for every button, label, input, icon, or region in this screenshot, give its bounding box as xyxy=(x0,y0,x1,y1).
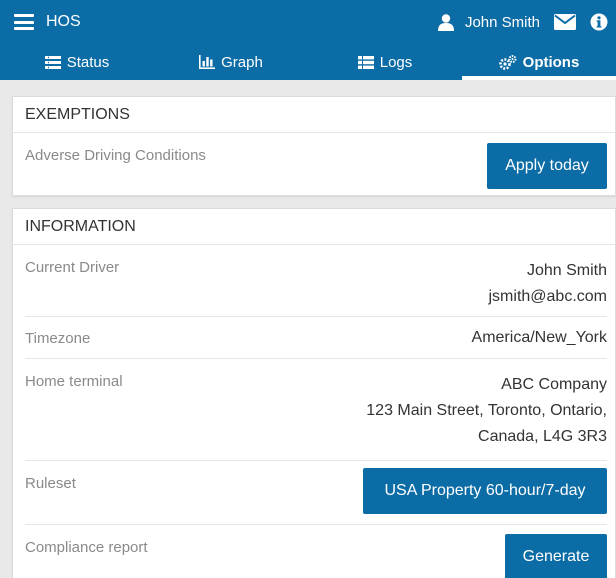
adverse-driving-row: Adverse Driving Conditions Apply today xyxy=(25,133,607,195)
current-driver-row: Current Driver John Smith jsmith@abc.com xyxy=(25,245,607,317)
compliance-report-row: Compliance report Generate xyxy=(25,525,607,578)
header-bar: HOS John Smith xyxy=(0,0,616,44)
timezone-value: America/New_York xyxy=(471,329,607,346)
tab-graph-label: Graph xyxy=(221,53,263,71)
tab-bar: Status Graph Logs Options xyxy=(0,44,616,80)
user-icon[interactable] xyxy=(437,13,455,31)
tab-options[interactable]: Options xyxy=(462,44,616,80)
generate-button[interactable]: Generate xyxy=(505,534,607,578)
exemptions-title: EXEMPTIONS xyxy=(13,97,615,133)
tab-options-label: Options xyxy=(522,53,580,71)
information-panel: INFORMATION Current Driver John Smith js… xyxy=(12,208,616,578)
terminal-address-line-1: 123 Main Street, Toronto, Ontario, xyxy=(366,402,607,419)
adverse-driving-label: Adverse Driving Conditions xyxy=(25,147,206,164)
timezone-row: Timezone America/New_York xyxy=(25,317,607,359)
driver-name: John Smith xyxy=(526,262,607,279)
menu-icon[interactable] xyxy=(14,14,34,30)
user-name[interactable]: John Smith xyxy=(465,14,540,31)
list-icon xyxy=(44,55,61,69)
terminal-address-line-2: Canada, L4G 3R3 xyxy=(478,428,607,445)
tab-status-label: Status xyxy=(66,53,110,71)
app-title: HOS xyxy=(46,13,81,30)
app-header: HOS John Smith Status Graph Logs Options xyxy=(0,0,616,80)
timezone-label: Timezone xyxy=(25,330,91,347)
list-icon xyxy=(357,55,374,69)
exemptions-panel: EXEMPTIONS Adverse Driving Conditions Ap… xyxy=(12,96,616,196)
bar-chart-icon xyxy=(199,55,216,69)
apply-today-button[interactable]: Apply today xyxy=(487,143,607,189)
tab-logs[interactable]: Logs xyxy=(308,44,462,80)
current-driver-label: Current Driver xyxy=(25,259,120,276)
ruleset-button[interactable]: USA Property 60-hour/7-day xyxy=(363,468,607,514)
tab-logs-label: Logs xyxy=(379,53,413,71)
current-driver-value: John Smith jsmith@abc.com xyxy=(489,258,608,310)
user-area: John Smith xyxy=(437,0,608,44)
driver-email: jsmith@abc.com xyxy=(488,288,608,305)
home-terminal-label: Home terminal xyxy=(25,373,123,390)
information-title: INFORMATION xyxy=(13,209,615,245)
home-terminal-row: Home terminal ABC Company 123 Main Stree… xyxy=(25,359,607,461)
terminal-name: ABC Company xyxy=(501,376,607,393)
info-icon[interactable] xyxy=(590,13,608,31)
ruleset-label: Ruleset xyxy=(25,475,76,492)
ruleset-row: Ruleset USA Property 60-hour/7-day xyxy=(25,461,607,525)
gears-icon xyxy=(498,54,517,70)
mail-icon[interactable] xyxy=(554,14,576,30)
tab-graph[interactable]: Graph xyxy=(154,44,308,80)
compliance-report-label: Compliance report xyxy=(25,539,148,556)
tab-status[interactable]: Status xyxy=(0,44,154,80)
home-terminal-value: ABC Company 123 Main Street, Toronto, On… xyxy=(366,372,607,450)
